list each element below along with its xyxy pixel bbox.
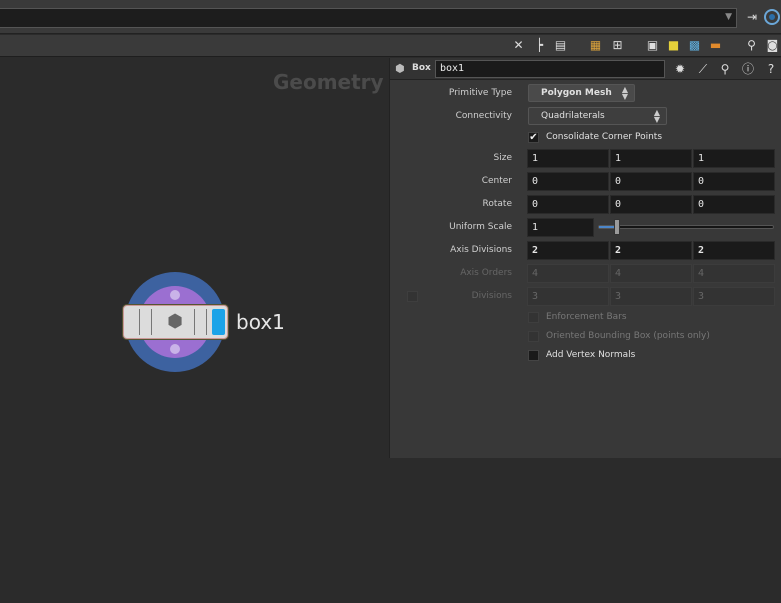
add-vertex-normals-checkbox[interactable] bbox=[528, 350, 539, 361]
node-type-label: Box bbox=[412, 63, 431, 73]
parameter-pane: ⬢ Box box1 ✹ ⟋ ⚲ ⓘ ? Primitive Type Poly… bbox=[389, 58, 781, 458]
tree-icon[interactable]: ┝ bbox=[532, 38, 547, 53]
primitive-type-menu[interactable]: Polygon Mesh ▲ ▼ bbox=[528, 84, 635, 102]
axis-divisions-label: Axis Divisions bbox=[450, 245, 512, 255]
list-icon[interactable]: ▤ bbox=[553, 38, 568, 53]
node-output-dot[interactable] bbox=[170, 344, 180, 354]
enforcement-bars-label: Enforcement Bars bbox=[546, 312, 627, 322]
node-stripe bbox=[206, 309, 207, 335]
connectivity-menu[interactable]: Quadrilaterals ▲ ▼ bbox=[528, 107, 667, 125]
image-icon[interactable]: ▣ bbox=[645, 38, 660, 53]
path-dropdown-icon[interactable]: ▼ bbox=[725, 12, 732, 22]
size-x-field[interactable]: 1 bbox=[527, 149, 609, 168]
node-name-field[interactable]: box1 bbox=[435, 60, 665, 78]
parameter-header: ⬢ Box box1 ✹ ⟋ ⚲ ⓘ ? bbox=[390, 58, 781, 80]
center-x-field[interactable]: 0 bbox=[527, 172, 609, 191]
center-z-field[interactable]: 0 bbox=[693, 172, 775, 191]
rotate-x-field[interactable]: 0 bbox=[527, 195, 609, 214]
magnify-icon[interactable]: ⚲ bbox=[744, 38, 759, 53]
consolidate-checkbox[interactable]: ✔ bbox=[528, 132, 539, 143]
oriented-bbox-checkbox bbox=[528, 331, 539, 342]
network-toolbar: ✕ ┝ ▤ ▦ ⊞ ▣ ■ ▩ ▬ ⚲ ◙ bbox=[0, 35, 781, 57]
rotate-y-field[interactable]: 0 bbox=[610, 195, 692, 214]
add-vertex-normals-label: Add Vertex Normals bbox=[546, 350, 636, 360]
axis-orders-label: Axis Orders bbox=[460, 268, 512, 278]
link-indicator-icon[interactable] bbox=[764, 9, 780, 25]
rotate-z-field[interactable]: 0 bbox=[693, 195, 775, 214]
menu-arrows-icon: ▲ ▼ bbox=[653, 108, 660, 124]
connectivity-value: Quadrilaterals bbox=[541, 111, 605, 121]
sticky-note-icon[interactable]: ■ bbox=[666, 38, 681, 53]
divisions-z-field: 3 bbox=[693, 287, 775, 306]
path-bar: ▼ ⇥ bbox=[0, 0, 781, 34]
network-box-icon[interactable]: ▬ bbox=[708, 38, 723, 53]
network-path-field[interactable]: ▼ bbox=[0, 8, 737, 28]
oriented-bbox-label: Oriented Bounding Box (points only) bbox=[546, 331, 710, 341]
axis-orders-x-field: 4 bbox=[527, 264, 609, 283]
primitive-type-value: Polygon Mesh bbox=[541, 88, 612, 98]
rotate-label: Rotate bbox=[482, 199, 512, 209]
brush-icon[interactable]: ⟋ bbox=[695, 61, 711, 77]
wrench-icon[interactable]: ✕ bbox=[511, 38, 526, 53]
uniform-scale-label: Uniform Scale bbox=[449, 222, 512, 232]
axis-divisions-y-field[interactable]: 2 bbox=[610, 241, 692, 260]
size-z-field[interactable]: 1 bbox=[693, 149, 775, 168]
box-node-icon: ⬢ bbox=[395, 62, 405, 75]
axis-orders-y-field: 4 bbox=[610, 264, 692, 283]
node-stripe bbox=[194, 309, 195, 335]
slider-handle[interactable] bbox=[613, 219, 620, 235]
cube-icon: ⬢ bbox=[167, 311, 183, 332]
search-icon[interactable]: ⚲ bbox=[717, 61, 733, 77]
menu-arrows-icon: ▲ ▼ bbox=[621, 85, 628, 101]
uniform-scale-field[interactable]: 1 bbox=[527, 218, 594, 237]
gear-icon[interactable]: ✹ bbox=[672, 61, 688, 77]
divisions-label: Divisions bbox=[471, 291, 512, 301]
picture-icon[interactable]: ▩ bbox=[687, 38, 702, 53]
axis-orders-z-field: 4 bbox=[693, 264, 775, 283]
divisions-x-field: 3 bbox=[527, 287, 609, 306]
node-input-dot[interactable] bbox=[170, 290, 180, 300]
center-label: Center bbox=[481, 176, 512, 186]
size-y-field[interactable]: 1 bbox=[610, 149, 692, 168]
info-icon[interactable]: ⓘ bbox=[740, 61, 756, 77]
axis-divisions-z-field[interactable]: 2 bbox=[693, 241, 775, 260]
pin-icon[interactable]: ⇥ bbox=[744, 9, 760, 25]
enforcement-bars-checkbox bbox=[528, 312, 539, 323]
size-label: Size bbox=[493, 153, 512, 163]
box-node[interactable]: ⬢ bbox=[123, 305, 228, 339]
network-view[interactable]: Geometry ⬢ box1 bbox=[0, 58, 390, 603]
node-stripe bbox=[139, 309, 140, 335]
node-label[interactable]: box1 bbox=[236, 310, 285, 334]
slider-fill bbox=[599, 226, 615, 228]
divisions-y-field: 3 bbox=[610, 287, 692, 306]
view-icon[interactable]: ◙ bbox=[765, 38, 780, 53]
axis-divisions-x-field[interactable]: 2 bbox=[527, 241, 609, 260]
display-flag[interactable] bbox=[212, 309, 225, 335]
help-icon[interactable]: ? bbox=[763, 61, 779, 77]
uniform-scale-slider[interactable] bbox=[598, 225, 774, 229]
primitive-type-label: Primitive Type bbox=[448, 88, 512, 98]
grid-icon[interactable]: ⊞ bbox=[610, 38, 625, 53]
consolidate-label: Consolidate Corner Points bbox=[546, 132, 663, 142]
node-stripe bbox=[151, 309, 152, 335]
context-title: Geometry bbox=[273, 70, 384, 94]
connectivity-label: Connectivity bbox=[455, 111, 512, 121]
center-y-field[interactable]: 0 bbox=[610, 172, 692, 191]
palette-icon[interactable]: ▦ bbox=[588, 38, 603, 53]
